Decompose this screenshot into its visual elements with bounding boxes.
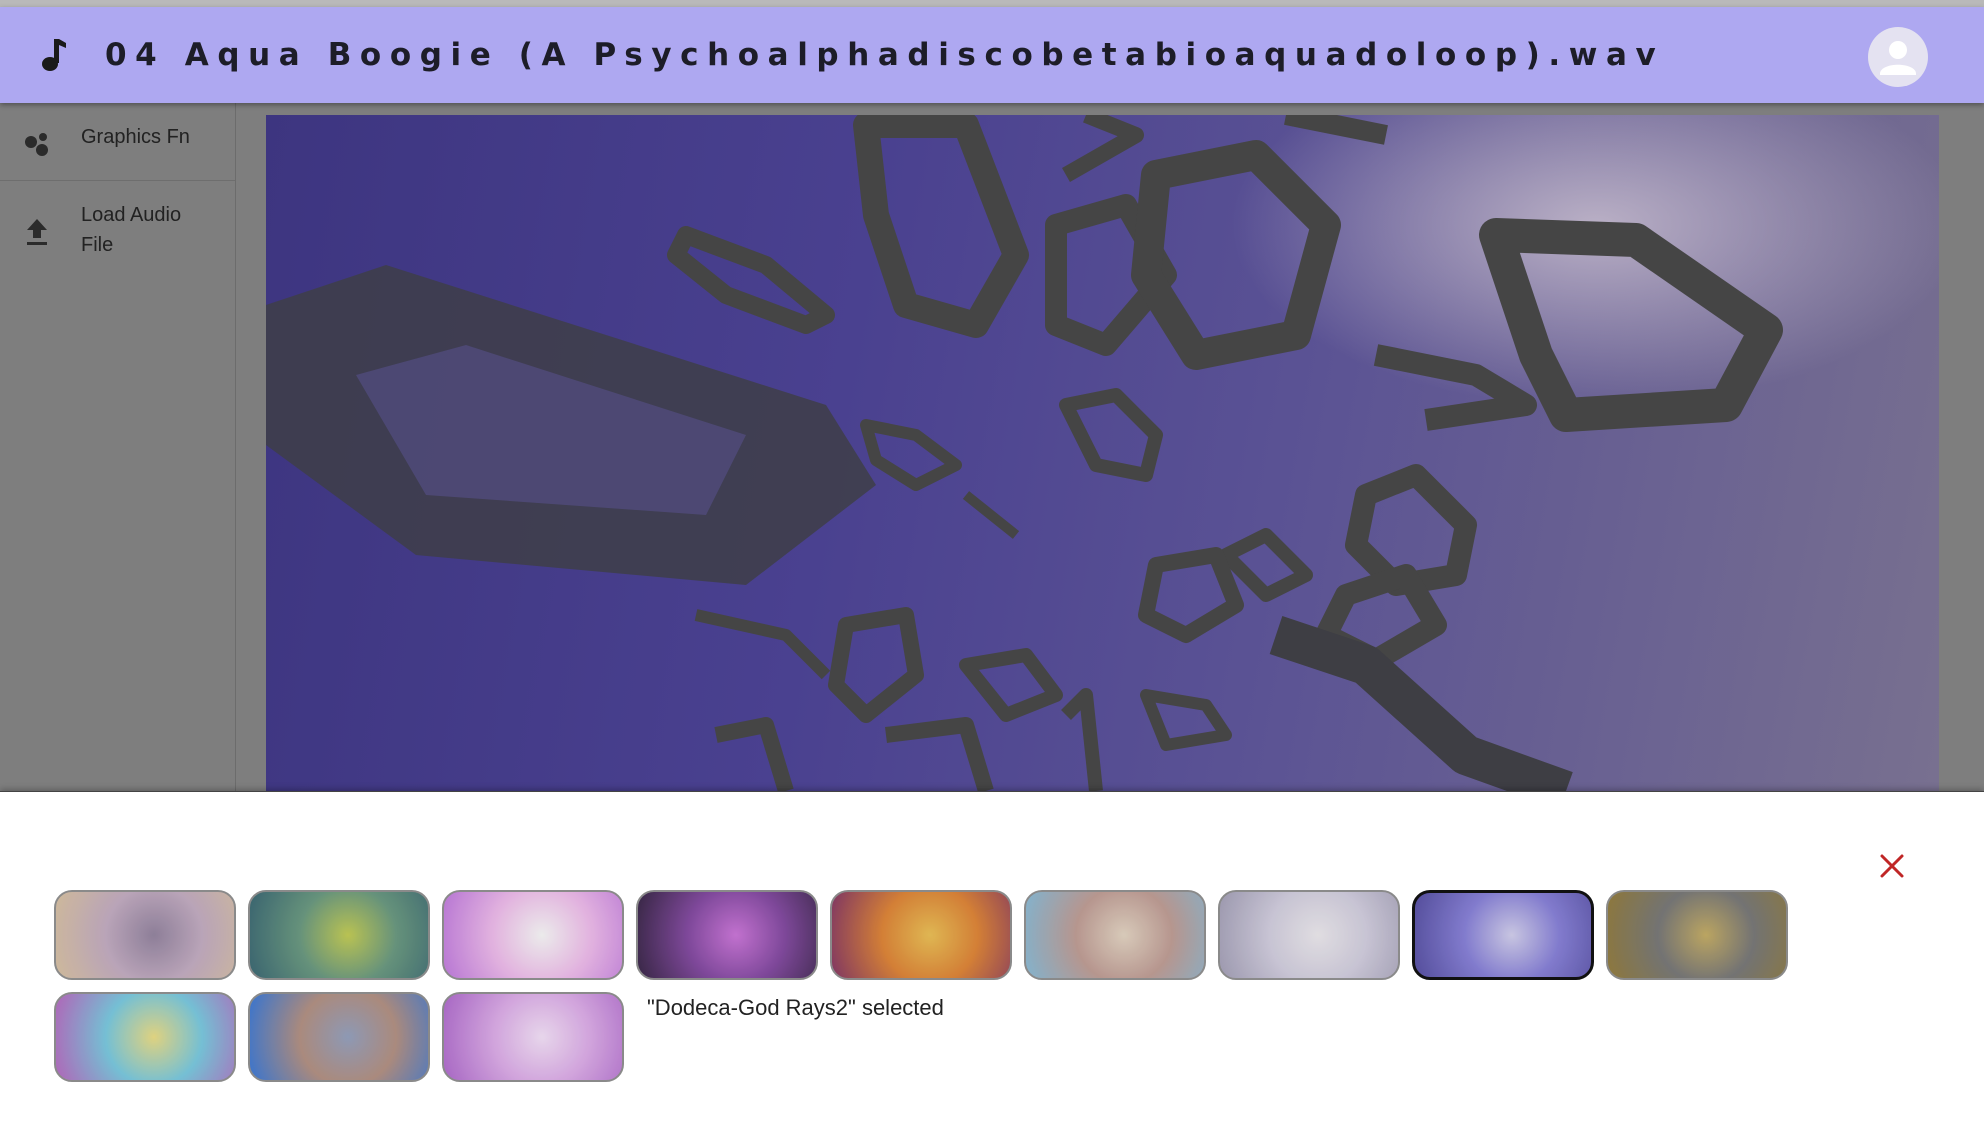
top-edge [0,0,1984,7]
graphics-picker-drawer: "Dodeca-God Rays2" selected [0,791,1984,1139]
close-icon[interactable] [1876,850,1908,882]
graphics-thumbnail[interactable] [54,992,236,1082]
music-note-icon [38,37,68,73]
graphics-thumbnail[interactable] [1606,890,1788,980]
track-title: 04 Aqua Boogie (A Psychoalphadiscobetabi… [105,37,1665,73]
selection-status: "Dodeca-God Rays2" selected [647,995,944,1020]
graphics-thumbnail[interactable] [1218,890,1400,980]
sidebar-item-label: Load Audio File [81,204,182,256]
graphics-thumbnail[interactable] [830,890,1012,980]
graphics-thumbnail[interactable] [248,890,430,980]
graphics-thumbnail[interactable] [442,992,624,1082]
bubble-chart-icon [24,131,52,162]
graphics-thumbnail[interactable] [442,890,624,980]
sidebar-item-graphics-fn[interactable]: Graphics Fn [0,103,235,180]
sidebar-item-label: Graphics Fn [81,126,190,148]
sidebar-item-load-audio-file[interactable]: Load Audio File [0,181,235,261]
graphics-thumbnail[interactable] [248,992,430,1082]
graphics-thumbnail[interactable] [1024,890,1206,980]
graphics-thumbnail[interactable] [54,890,236,980]
account-circle-icon[interactable] [1868,27,1928,87]
graphics-thumbnail[interactable] [636,890,818,980]
sidebar: Graphics Fn Load Audio File [0,103,236,791]
visualizer-canvas[interactable] [266,115,1939,791]
app-bar: 04 Aqua Boogie (A Psychoalphadiscobetabi… [0,7,1984,103]
graphics-thumbnail[interactable] [1412,890,1594,980]
upload-icon [24,217,50,252]
